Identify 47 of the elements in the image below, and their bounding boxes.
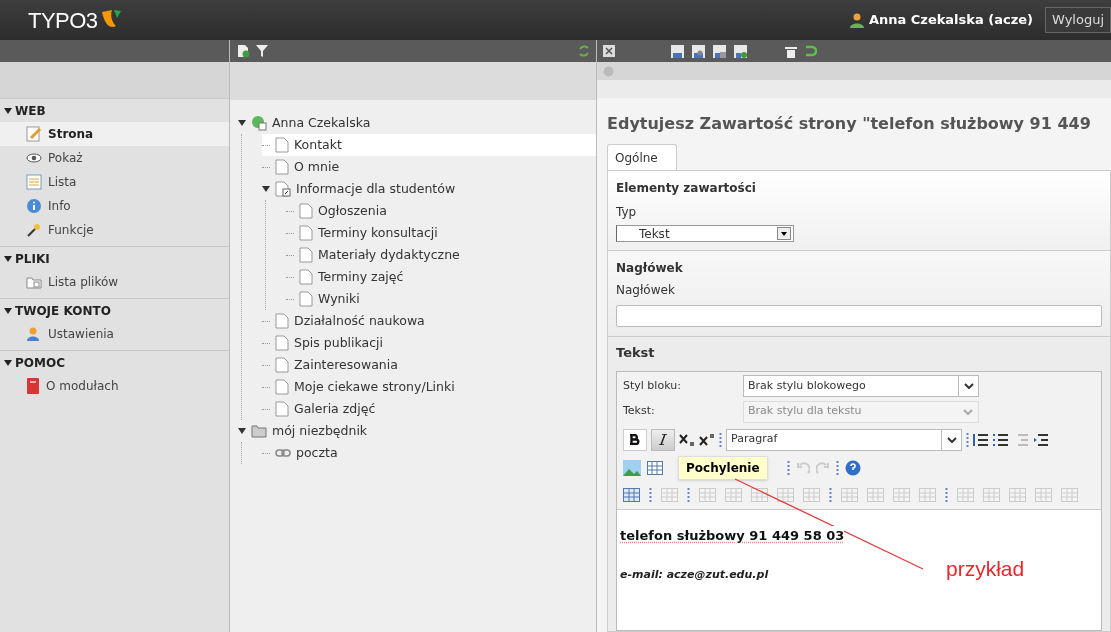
- tree-item[interactable]: Wyniki: [286, 288, 596, 310]
- tree-item[interactable]: Galeria zdjęć: [262, 398, 596, 420]
- page-title: Edytujesz Zawartość strony "telefon służbowy 91 449: [607, 113, 1092, 135]
- tree-item[interactable]: Informacje dla studentów: [262, 178, 596, 200]
- type-select[interactable]: Tekst: [616, 225, 794, 242]
- tree-item[interactable]: mój niezbędnik: [238, 420, 596, 442]
- tooltip: Pochylenie: [678, 455, 768, 480]
- module-group-title[interactable]: PLIKI: [15, 249, 50, 268]
- field-label: Nagłówek: [616, 282, 676, 299]
- module-item[interactable]: Lista: [0, 170, 229, 194]
- module-item[interactable]: Lista plików: [0, 270, 229, 294]
- field-label: Styl bloku:: [623, 377, 682, 394]
- logout-button[interactable]: Wyloguj: [1045, 7, 1111, 33]
- section-heading: Elementy zawartości: [616, 180, 757, 197]
- tree-item[interactable]: Anna Czekalska: [238, 112, 596, 134]
- tree-item[interactable]: Zainteresowania: [262, 354, 596, 376]
- format-select[interactable]: Paragraf: [726, 428, 962, 451]
- module-group-title[interactable]: TWOJE KONTO: [15, 301, 111, 320]
- tree-item[interactable]: Ogłoszenia: [286, 200, 596, 222]
- module-group-title[interactable]: WEB: [15, 101, 46, 120]
- module-item[interactable]: O modułach: [0, 374, 229, 398]
- field-label: Typ: [616, 204, 638, 221]
- tree-item[interactable]: O mnie: [262, 156, 596, 178]
- tree-item[interactable]: Działalność naukowa: [262, 310, 596, 332]
- module-group-title[interactable]: POMOC: [15, 353, 65, 372]
- content-email: e-mail: acze@zut.edu.pl: [620, 567, 769, 583]
- section-heading: Nagłówek: [616, 260, 684, 277]
- block-style-select[interactable]: Brak stylu blokowego: [743, 375, 979, 397]
- content-heading: telefon służbowy 91 449 58 03: [620, 525, 845, 545]
- tree-item[interactable]: Moje ciekawe strony/Linki: [262, 376, 596, 398]
- tree-item[interactable]: Kontakt: [262, 134, 596, 156]
- user-name[interactable]: Anna Czekalska (acze): [868, 10, 1033, 30]
- tree-item[interactable]: Terminy zajęć: [286, 266, 596, 288]
- tab[interactable]: Ogólne: [607, 144, 677, 171]
- logo-text: TYPO3: [28, 6, 98, 35]
- module-item[interactable]: Funkcje: [0, 218, 229, 242]
- tree-item[interactable]: Terminy konsultacji: [286, 222, 596, 244]
- module-item[interactable]: Pokaż: [0, 146, 229, 170]
- field-label: Tekst:: [623, 403, 656, 420]
- module-item[interactable]: Info: [0, 194, 229, 218]
- module-item[interactable]: Ustawienia: [0, 322, 229, 346]
- tree-item[interactable]: Spis publikacji: [262, 332, 596, 354]
- annotation-text: przykład: [946, 556, 1025, 582]
- section-heading: Tekst: [616, 344, 656, 362]
- module-item[interactable]: Strona: [0, 122, 229, 146]
- tree-item[interactable]: Materiały dydaktyczne: [286, 244, 596, 266]
- tree-item[interactable]: poczta: [262, 442, 596, 464]
